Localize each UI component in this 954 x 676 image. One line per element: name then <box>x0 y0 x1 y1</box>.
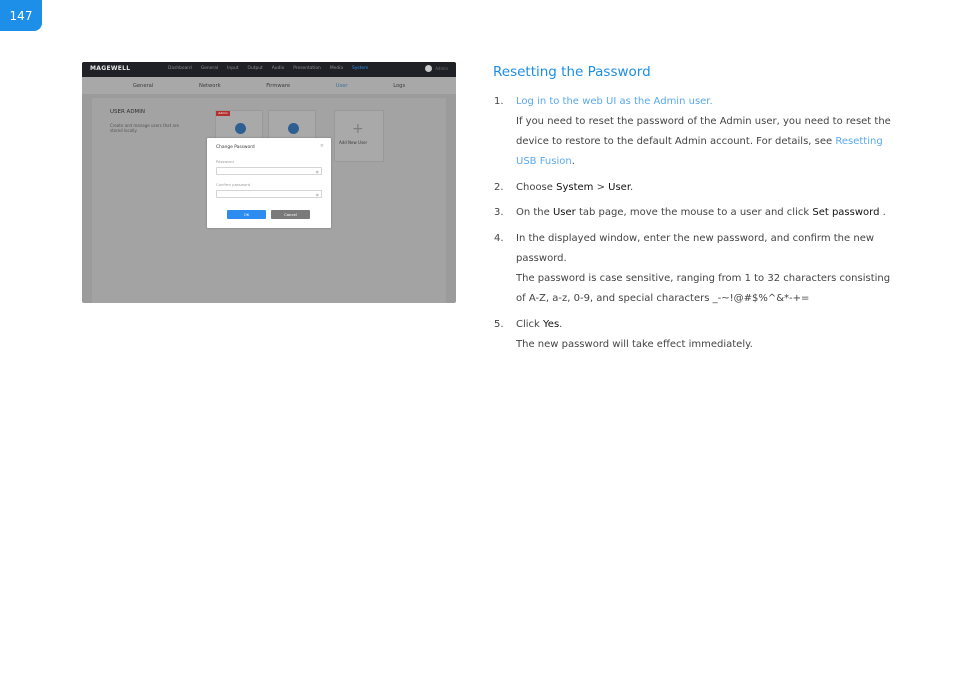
close-icon: × <box>319 143 324 149</box>
add-user-card: + Add New User <box>334 110 384 162</box>
step-3-set-password: Set password <box>812 207 880 218</box>
step-4-number: 4. <box>494 233 504 244</box>
ok-button: OK <box>227 210 266 219</box>
screenshot-top-bar: MAGEWELL Dashboard General Input Output … <box>82 62 456 77</box>
cancel-button: Cancel <box>271 210 310 219</box>
nav-media: Media <box>329 66 344 71</box>
password-label: Password <box>216 159 234 164</box>
step-2-user: User <box>608 182 631 193</box>
eye-icon: ◉ <box>315 192 320 197</box>
step-2-number: 2. <box>494 182 504 193</box>
step-4-line2: password. <box>516 253 567 264</box>
plus-icon: + <box>352 121 364 137</box>
change-password-dialog: Change Password × Password ◉ Confirm pas… <box>207 138 331 228</box>
step-1-line3-end: . <box>571 156 575 167</box>
step-3-mid: tab page, move the mouse to a user and c… <box>575 207 813 218</box>
confirm-password-input: ◉ <box>216 190 322 198</box>
admin-tag: Admin <box>216 111 230 116</box>
tab-firmware: Firmware <box>266 82 291 89</box>
user-label: Admin <box>435 66 448 71</box>
ui-screenshot: MAGEWELL Dashboard General Input Output … <box>82 62 456 303</box>
step-2-pre: Choose <box>516 182 557 193</box>
step-4-line1: In the displayed window, enter the new p… <box>516 233 875 244</box>
step-1-text: Log in to the web UI as the Admin user. <box>516 96 713 107</box>
step-4-line4: of A-Z, a-z, 0-9, and special characters… <box>516 293 810 304</box>
nav-output: Output <box>247 66 263 71</box>
nav-audio: Audio <box>271 66 285 71</box>
step-2-system: System <box>556 182 594 193</box>
usb-fusion-link[interactable]: USB Fusion <box>516 156 572 167</box>
section-title: Resetting the Password <box>493 64 651 80</box>
tab-network: Network <box>198 82 221 89</box>
user-avatar-icon <box>235 123 246 134</box>
step-1-line2-text: device to restore to the default Admin a… <box>516 136 836 147</box>
magewell-logo: MAGEWELL <box>90 65 131 72</box>
step-4-line3: The password is case sensitive, ranging … <box>516 273 891 284</box>
step-3-text: On the User tab page, move the mouse to … <box>516 207 886 218</box>
tab-logs: Logs <box>393 82 406 89</box>
step-5-number: 5. <box>494 319 504 330</box>
step-5-end: . <box>559 319 563 330</box>
eye-icon: ◉ <box>315 169 320 174</box>
step-3-user: User <box>552 207 576 218</box>
screenshot-nav: Dashboard General Input Output Audio Pre… <box>168 66 368 71</box>
user-avatar-icon <box>425 65 433 72</box>
step-3-pre: On the <box>516 207 553 218</box>
step-2-end: . <box>630 182 634 193</box>
screenshot-tabs: General Network Firmware User Logs <box>82 77 456 94</box>
step-1-line3: USB Fusion. <box>516 156 575 167</box>
step-2-sep: > <box>593 182 609 193</box>
step-1-number: 1. <box>494 96 504 107</box>
step-1-line1: If you need to reset the password of the… <box>516 116 891 127</box>
web-ui-login-link[interactable]: Log in to the web UI as the Admin user. <box>516 96 713 107</box>
step-5-yes: Yes <box>543 319 560 330</box>
page-number: 147 <box>0 0 42 31</box>
panel-description: Create and manage users that are stored … <box>110 123 179 133</box>
password-input: ◉ <box>216 167 322 175</box>
step-5-text: Click Yes. <box>516 319 562 330</box>
user-avatar-icon <box>288 123 299 134</box>
nav-presentation: Presentation <box>293 66 321 71</box>
step-3-end: . <box>879 207 886 218</box>
tab-general: General <box>132 82 154 89</box>
confirm-password-label: Confirm password <box>216 182 251 187</box>
step-1-line2: device to restore to the default Admin a… <box>516 136 883 147</box>
resetting-link[interactable]: Resetting <box>835 136 882 147</box>
nav-general: General <box>200 66 219 71</box>
add-new-user-label: Add New User <box>339 140 368 145</box>
step-5-line2: The new password will take effect immedi… <box>516 339 753 350</box>
tab-user: User <box>335 82 348 89</box>
step-2-text: Choose System > User. <box>516 182 633 193</box>
nav-system: System <box>352 66 369 71</box>
step-5-pre: Click <box>516 319 544 330</box>
dialog-title: Change Password <box>216 145 255 150</box>
nav-input: Input <box>227 66 239 71</box>
panel-title: USER ADMIN <box>110 109 146 115</box>
nav-dashboard: Dashboard <box>168 66 192 71</box>
step-3-number: 3. <box>494 207 504 218</box>
screenshot-user: Admin <box>425 65 448 72</box>
